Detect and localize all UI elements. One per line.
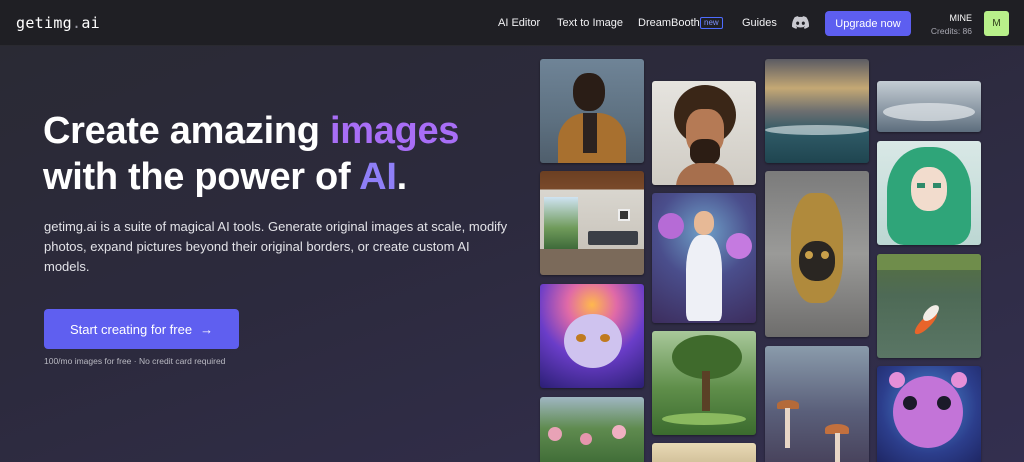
hero-title-highlight-ai: AI (359, 156, 397, 198)
new-badge: new (700, 17, 723, 29)
cta-label: Start creating for free (69, 321, 193, 337)
gallery-image-mushroom-forest[interactable] (765, 346, 869, 462)
gallery-image-cabin-bedroom[interactable] (540, 171, 644, 275)
gallery-image-cosmic-cat[interactable] (540, 284, 644, 388)
avatar[interactable]: M (984, 11, 1009, 36)
discord-icon[interactable] (792, 16, 809, 29)
account-name[interactable]: MINE (950, 13, 973, 23)
start-creating-button[interactable]: Start creating for free → (44, 309, 239, 349)
nav-ai-editor[interactable]: AI Editor (498, 17, 540, 29)
getimg-logo[interactable]: getimg.ai (16, 14, 100, 32)
free-tier-note: 100/mo images for free · No credit card … (44, 356, 226, 366)
hero-title-end: . (396, 156, 408, 198)
gallery-image-flower-goddess[interactable] (652, 193, 756, 323)
gallery-image-hamster[interactable] (877, 366, 981, 462)
gallery-image-stormy-sea[interactable] (765, 59, 869, 163)
nav-text-to-image[interactable]: Text to Image (557, 17, 623, 29)
top-navigation-bar: getimg.ai AI Editor Text to Image DreamB… (0, 0, 1024, 46)
gallery-image-green-hair-girl[interactable] (877, 141, 981, 245)
gallery-image-partial-bottom[interactable] (652, 443, 756, 462)
logo-text: getimg (16, 14, 72, 32)
nav-guides[interactable]: Guides (742, 17, 777, 29)
arrow-right-icon: → (200, 321, 214, 337)
gallery-image-portrait-man-suit[interactable] (540, 59, 644, 163)
hero-title-part1: Create amazing (43, 110, 330, 152)
hero-description: getimg.ai is a suite of magical AI tools… (44, 219, 508, 274)
gallery-image-rose-garden[interactable] (540, 397, 644, 462)
gallery-image-koi-pond[interactable] (877, 254, 981, 358)
gallery-image-golden-skull[interactable] (765, 171, 869, 337)
credits-count: Credits: 86 (930, 26, 972, 36)
gallery-image-curly-hair-man[interactable] (652, 81, 756, 185)
upgrade-now-button[interactable]: Upgrade now (825, 11, 911, 36)
hero-title: Create amazing images with the power of … (43, 108, 523, 200)
hero-title-highlight-images: images (329, 110, 460, 152)
logo-dot: . (72, 14, 82, 32)
logo-suffix: ai (81, 14, 101, 32)
nav-dreambooth[interactable]: DreamBooth (638, 17, 700, 29)
gallery-image-clouds[interactable] (877, 81, 981, 132)
hero-title-part2: with the power of (43, 156, 360, 198)
gallery-image-glowing-forest[interactable] (652, 331, 756, 435)
